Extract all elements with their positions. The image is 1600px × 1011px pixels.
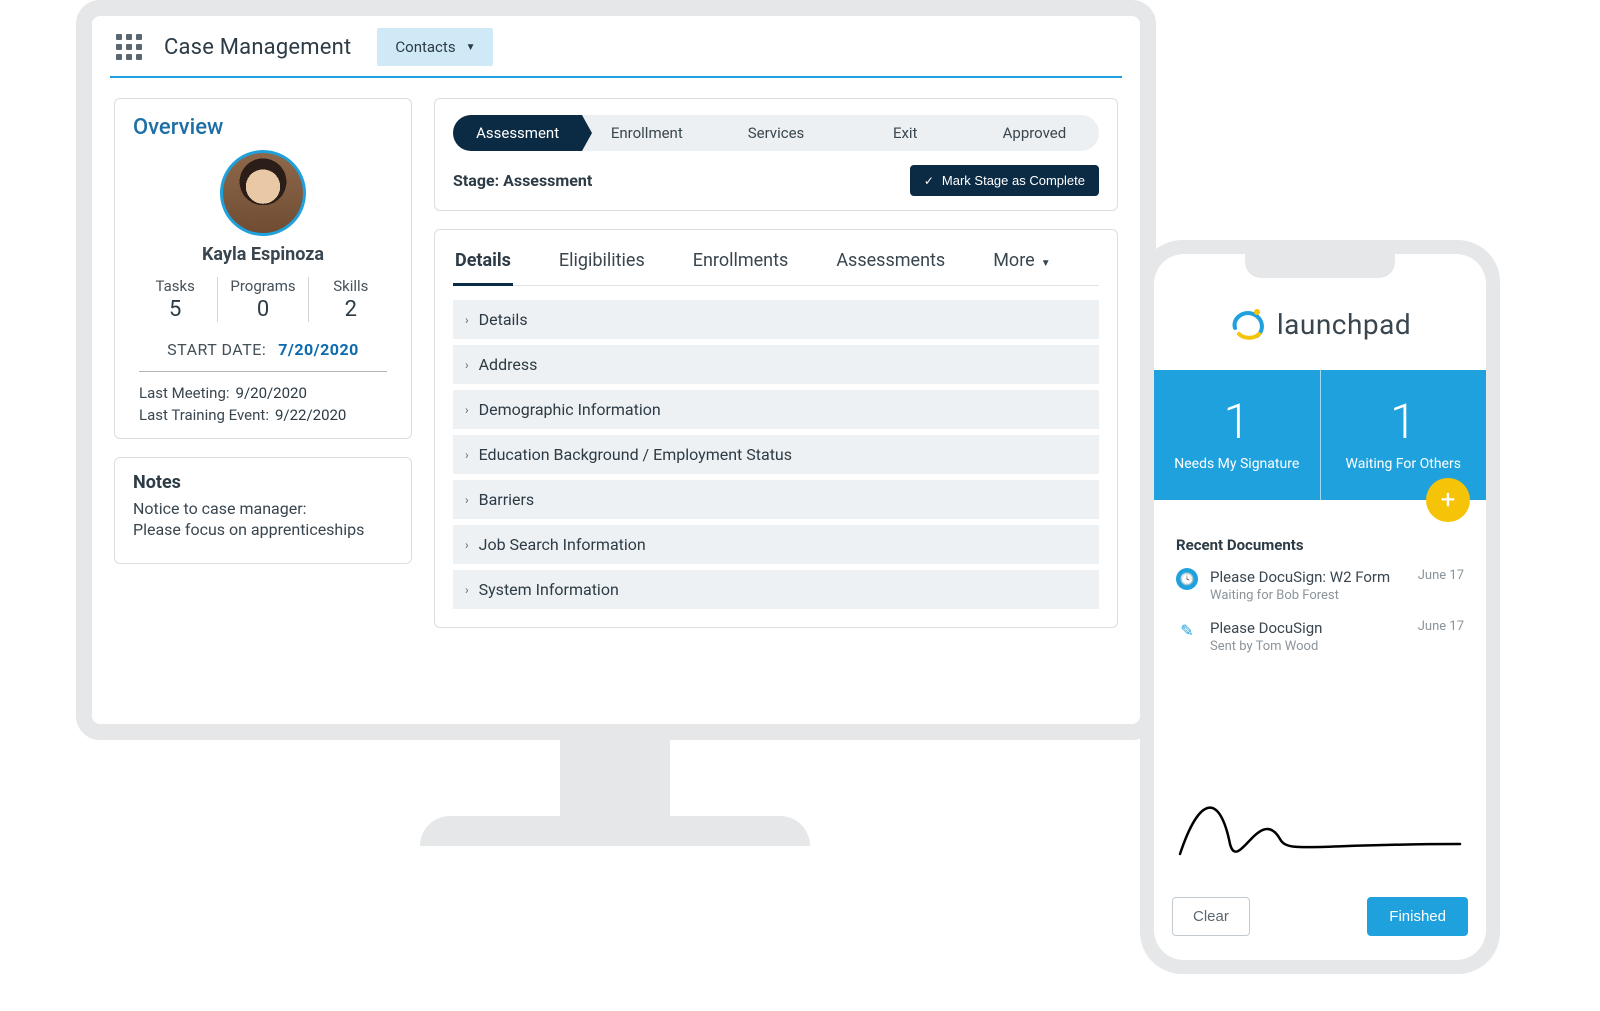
- tile-waiting-others[interactable]: 1 Waiting For Others: [1320, 370, 1487, 500]
- path-step-assessment[interactable]: Assessment: [453, 115, 582, 151]
- app-title: Case Management: [164, 35, 351, 60]
- stat-label: Skills: [321, 277, 381, 295]
- stat-label: Programs: [230, 277, 295, 295]
- notes-card: Notes Notice to case manager: Please foc…: [114, 457, 412, 564]
- overview-stats: Tasks 5 Programs 0 Skills 2: [133, 277, 393, 322]
- tab-assessments[interactable]: Assessments: [834, 244, 947, 285]
- stat-label: Tasks: [145, 277, 205, 295]
- doc-date: June 17: [1418, 619, 1464, 634]
- app-header: Case Management Contacts ▼: [92, 16, 1140, 76]
- record-tabs-card: Details Eligibilities Enrollments Assess…: [434, 229, 1118, 628]
- stat-value: 0: [230, 297, 295, 322]
- mark-stage-complete-button[interactable]: ✓ Mark Stage as Complete: [910, 165, 1099, 196]
- app-launcher-icon[interactable]: [116, 34, 142, 60]
- progress-path: Assessment Enrollment Services Exit Appr…: [453, 115, 1099, 151]
- last-training-value: 9/22/2020: [275, 406, 346, 424]
- document-row[interactable]: 🕓 Please DocuSign: W2 Form Waiting for B…: [1176, 568, 1464, 603]
- doc-status: Sent by Tom Wood: [1210, 639, 1406, 654]
- chevron-right-icon: ›: [465, 538, 469, 552]
- tile-count: 1: [1390, 398, 1417, 446]
- plus-icon: +: [1441, 485, 1456, 515]
- chevron-right-icon: ›: [465, 493, 469, 507]
- desktop-device-frame: Case Management Contacts ▼ Overview Kayl…: [76, 0, 1156, 740]
- accordion-item[interactable]: ›Address: [453, 345, 1099, 384]
- path-step-enrollment[interactable]: Enrollment: [582, 115, 711, 151]
- document-row[interactable]: ✎ Please DocuSign Sent by Tom Wood June …: [1176, 619, 1464, 654]
- chevron-right-icon: ›: [465, 448, 469, 462]
- clear-button[interactable]: Clear: [1172, 897, 1250, 936]
- notes-line: Notice to case manager:: [133, 499, 393, 518]
- chevron-down-icon: ▼: [466, 42, 476, 53]
- accordion-item[interactable]: ›Education Background / Employment Statu…: [453, 435, 1099, 474]
- chevron-down-icon: ▼: [1041, 258, 1051, 269]
- chevron-right-icon: ›: [465, 358, 469, 372]
- doc-date: June 17: [1418, 568, 1464, 583]
- pen-icon: ✎: [1176, 619, 1198, 641]
- finished-button[interactable]: Finished: [1367, 897, 1468, 936]
- last-meeting-label: Last Meeting:: [139, 384, 230, 402]
- tab-enrollments[interactable]: Enrollments: [691, 244, 791, 285]
- nav-tab-contacts[interactable]: Contacts ▼: [377, 28, 493, 66]
- path-card: Assessment Enrollment Services Exit Appr…: [434, 98, 1118, 211]
- tile-needs-signature[interactable]: 1 Needs My Signature: [1154, 370, 1320, 500]
- monitor-stand: [560, 736, 670, 826]
- mark-stage-label: Mark Stage as Complete: [942, 173, 1085, 188]
- tab-details[interactable]: Details: [453, 244, 513, 285]
- accordion-item[interactable]: ›System Information: [453, 570, 1099, 609]
- recent-documents: Recent Documents 🕓 Please DocuSign: W2 F…: [1154, 500, 1486, 769]
- start-date-value: 7/20/2020: [278, 340, 359, 359]
- divider: [139, 371, 387, 372]
- tile-count: 1: [1223, 398, 1250, 446]
- stat-value: 5: [145, 297, 205, 322]
- tile-caption: Waiting For Others: [1346, 456, 1461, 472]
- recent-documents-title: Recent Documents: [1176, 536, 1464, 554]
- notes-line: Please focus on apprenticeships: [133, 520, 393, 539]
- last-training-label: Last Training Event:: [139, 406, 269, 424]
- overview-title: Overview: [133, 115, 393, 140]
- notes-title: Notes: [133, 472, 393, 493]
- launchpad-logo-icon: [1229, 304, 1269, 344]
- signature-tiles: 1 Needs My Signature 1 Waiting For Other…: [1154, 370, 1486, 500]
- chevron-right-icon: ›: [465, 403, 469, 417]
- phone-screen: launchpad 1 Needs My Signature 1 Waiting…: [1154, 254, 1486, 960]
- accordion-item[interactable]: ›Details: [453, 300, 1099, 339]
- accordion-item[interactable]: ›Demographic Information: [453, 390, 1099, 429]
- chevron-right-icon: ›: [465, 583, 469, 597]
- tab-more[interactable]: More▼: [991, 244, 1052, 285]
- path-step-exit[interactable]: Exit: [841, 115, 970, 151]
- doc-title: Please DocuSign: W2 Form: [1210, 568, 1406, 586]
- avatar: [220, 150, 306, 236]
- overview-card: Overview Kayla Espinoza Tasks 5 Programs 0…: [114, 98, 412, 439]
- nav-tab-label: Contacts: [395, 38, 455, 56]
- signature-pad[interactable]: [1166, 769, 1474, 889]
- path-step-services[interactable]: Services: [711, 115, 840, 151]
- phone-notch: [1245, 254, 1395, 278]
- last-meeting-value: 9/20/2020: [236, 384, 307, 402]
- start-date-label: START DATE:: [167, 340, 266, 359]
- stat-value: 2: [321, 297, 381, 322]
- accordion-item[interactable]: ›Barriers: [453, 480, 1099, 519]
- path-step-approved[interactable]: Approved: [970, 115, 1099, 151]
- doc-status: Waiting for Bob Forest: [1210, 588, 1406, 603]
- person-name: Kayla Espinoza: [133, 244, 393, 265]
- add-document-fab[interactable]: +: [1426, 478, 1470, 522]
- accordion-list: ›Details ›Address ›Demographic Informati…: [453, 300, 1099, 609]
- monitor-base: [420, 816, 810, 846]
- brand-name: launchpad: [1277, 308, 1411, 341]
- stage-label: Stage: Assessment: [453, 171, 592, 190]
- check-icon: ✓: [924, 174, 934, 188]
- tile-caption: Needs My Signature: [1174, 456, 1299, 472]
- clock-icon: 🕓: [1176, 568, 1198, 590]
- phone-device-frame: launchpad 1 Needs My Signature 1 Waiting…: [1140, 240, 1500, 974]
- record-tabs: Details Eligibilities Enrollments Assess…: [453, 230, 1099, 286]
- doc-title: Please DocuSign: [1210, 619, 1406, 637]
- chevron-right-icon: ›: [465, 313, 469, 327]
- tab-eligibilities[interactable]: Eligibilities: [557, 244, 647, 285]
- accordion-item[interactable]: ›Job Search Information: [453, 525, 1099, 564]
